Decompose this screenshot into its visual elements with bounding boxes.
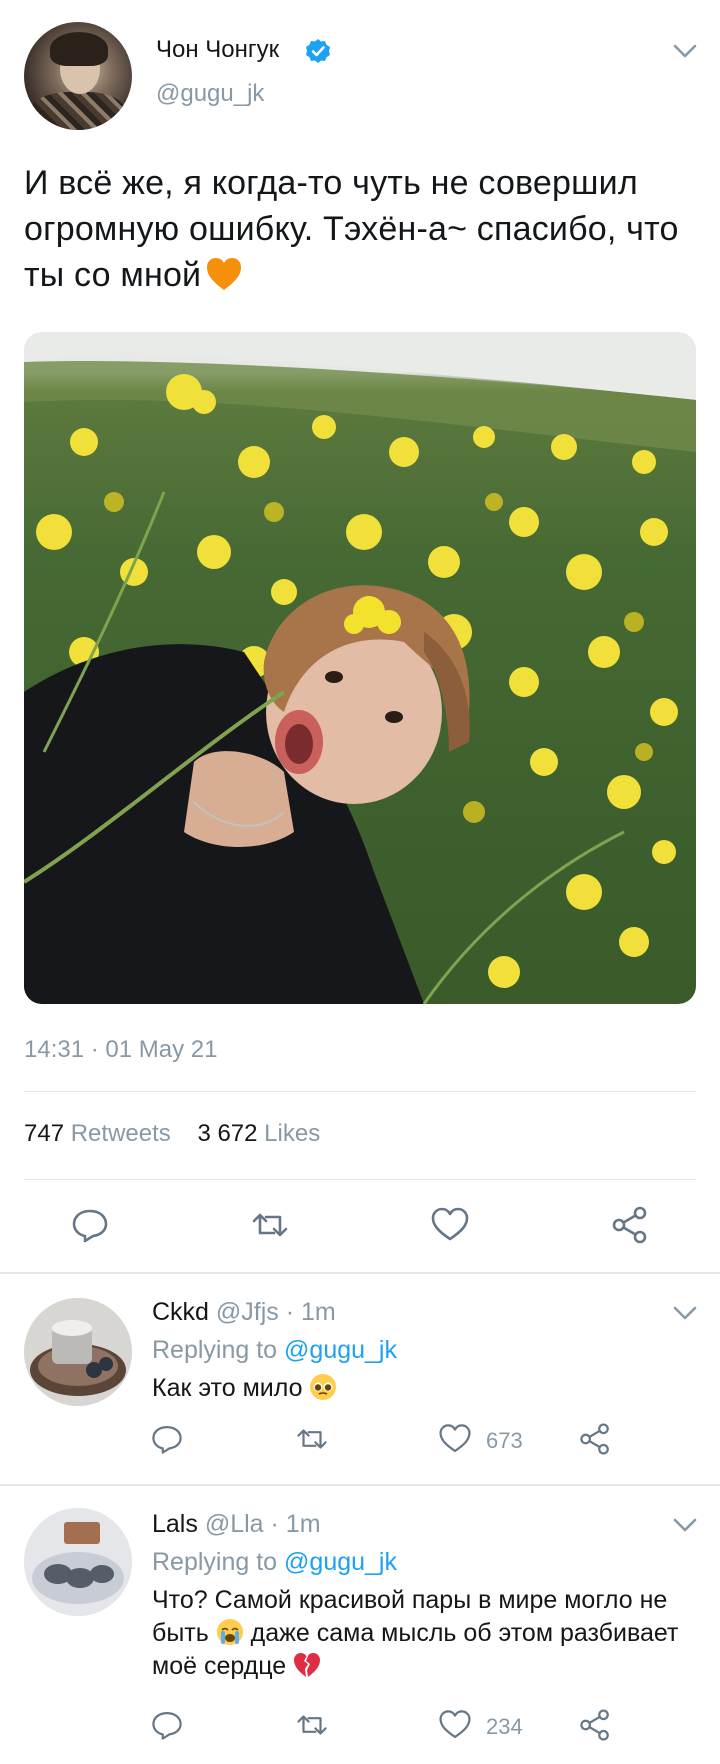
mention-link[interactable]: @gugu_jk <box>284 1548 397 1576</box>
like-count: 673 <box>486 1428 523 1453</box>
tweet-photo[interactable] <box>24 332 696 1004</box>
likes-count[interactable]: 3 672 <box>197 1120 257 1147</box>
orange-heart-emoji <box>207 258 242 290</box>
chevron-down-icon[interactable] <box>672 42 698 60</box>
main-tweet: Чон Чонгук @gugu_jk И всё же, я когда-то… <box>0 0 720 1274</box>
share-icon[interactable] <box>578 1422 612 1456</box>
crying-face-emoji <box>216 1619 243 1645</box>
reply-icon[interactable] <box>150 1708 184 1742</box>
divider <box>24 1179 696 1180</box>
reply-text: Что? Самой красивой пары в мире могло не… <box>152 1586 679 1680</box>
display-name[interactable]: Чон Чонгук <box>156 36 279 64</box>
handle[interactable]: @gugu_jk <box>156 80 264 108</box>
avatar[interactable] <box>24 1298 132 1406</box>
share-icon[interactable] <box>610 1205 650 1245</box>
like-icon[interactable] <box>438 1708 472 1742</box>
reply-author: Lals @Lla · 1m <box>152 1510 321 1539</box>
retweet-icon[interactable] <box>250 1205 290 1245</box>
retweet-icon[interactable] <box>295 1708 329 1742</box>
retweets-label[interactable]: Retweets <box>71 1120 171 1147</box>
divider <box>24 1091 696 1092</box>
reply-text: Как это мило <box>152 1372 692 1405</box>
timestamp: 14:31 · 01 May 21 <box>24 1036 218 1063</box>
reply-item[interactable]: Lals @Lla · 1m Replying to @gugu_jk Что?… <box>0 1486 720 1764</box>
likes-label[interactable]: Likes <box>264 1120 320 1147</box>
reply-display-name[interactable]: Ckkd <box>152 1298 209 1326</box>
share-icon[interactable] <box>578 1708 612 1742</box>
reply-handle-time[interactable]: @Lla · 1m <box>205 1510 321 1538</box>
reply-author: Ckkd @Jfjs · 1m <box>152 1298 336 1327</box>
reply-display-name[interactable]: Lals <box>152 1510 198 1538</box>
retweet-icon[interactable] <box>295 1422 329 1456</box>
avatar[interactable] <box>24 22 132 130</box>
replying-to: Replying to @gugu_jk <box>152 1548 397 1576</box>
chevron-down-icon[interactable] <box>672 1516 698 1534</box>
tweet-stats: 747 Retweets 3 672 Likes <box>24 1120 320 1148</box>
reply-icon[interactable] <box>150 1422 184 1456</box>
pleading-face-emoji <box>310 1374 337 1400</box>
like-icon[interactable] <box>430 1205 470 1245</box>
reply-handle-time[interactable]: @Jfjs · 1m <box>216 1298 336 1326</box>
replying-to: Replying to @gugu_jk <box>152 1336 397 1364</box>
reply-item[interactable]: Ckkd @Jfjs · 1m Replying to @gugu_jk Как… <box>0 1274 720 1484</box>
verified-icon <box>306 39 330 63</box>
reply-icon[interactable] <box>70 1205 110 1245</box>
mention-link[interactable]: @gugu_jk <box>284 1336 397 1364</box>
avatar[interactable] <box>24 1508 132 1616</box>
tweet-text: И всё же, я когда-то чуть не совершил ог… <box>24 164 679 294</box>
retweets-count[interactable]: 747 <box>24 1120 64 1147</box>
like-icon[interactable] <box>438 1422 472 1456</box>
like-count: 234 <box>486 1714 523 1739</box>
broken-heart-emoji <box>294 1653 321 1677</box>
chevron-down-icon[interactable] <box>672 1304 698 1322</box>
